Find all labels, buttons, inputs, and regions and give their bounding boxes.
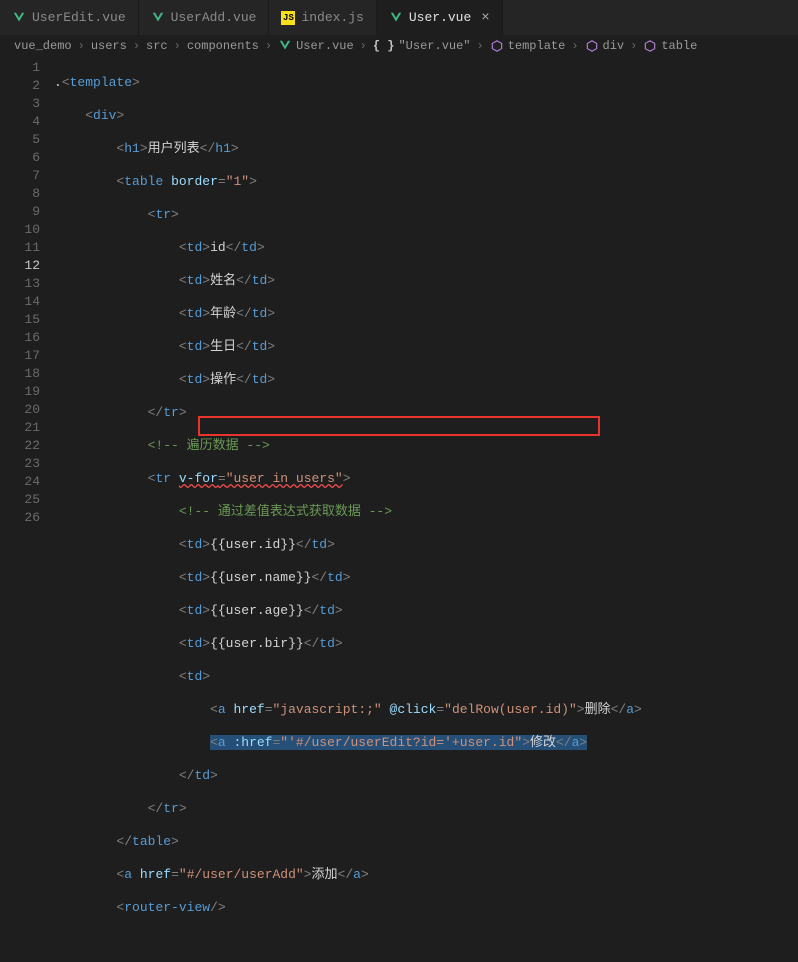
bc-components[interactable]: components bbox=[187, 39, 259, 53]
js-icon: JS bbox=[281, 11, 295, 25]
tab-label: User.vue bbox=[409, 10, 471, 25]
tab-user-vue[interactable]: User.vue × bbox=[377, 0, 503, 35]
text: {{user.bir}} bbox=[210, 636, 304, 651]
tab-bar: UserEdit.vue UserAdd.vue JS index.js Use… bbox=[0, 0, 798, 35]
text: 姓名 bbox=[210, 273, 236, 288]
cube-icon bbox=[643, 39, 657, 53]
text: 用户列表 bbox=[148, 141, 200, 156]
bc-div[interactable]: div bbox=[603, 39, 625, 53]
text: {{user.name}} bbox=[210, 570, 311, 585]
breadcrumb: vue_demo› users› src› components› User.v… bbox=[0, 35, 798, 57]
comment: <!-- 遍历数据 --> bbox=[148, 438, 270, 453]
text: 生日 bbox=[210, 339, 236, 354]
editor[interactable]: 1234567891011121314151617181920212223242… bbox=[0, 57, 798, 522]
comment: <!-- 通过差值表达式获取数据 --> bbox=[179, 504, 392, 519]
cube-icon bbox=[490, 39, 504, 53]
bc-src[interactable]: src bbox=[146, 39, 168, 53]
bc-vue-demo[interactable]: vue_demo bbox=[14, 39, 72, 53]
attr-value: "javascript:;" bbox=[273, 702, 382, 717]
tab-index-js[interactable]: JS index.js bbox=[269, 0, 376, 35]
tab-label: index.js bbox=[301, 10, 363, 25]
vue-icon bbox=[12, 11, 26, 25]
text: 操作 bbox=[210, 372, 236, 387]
attr-value: "1" bbox=[226, 174, 249, 189]
code-area[interactable]: .<template> <div> <h1>用户列表</h1> <table b… bbox=[54, 57, 798, 522]
bc-symbol[interactable]: "User.vue" bbox=[398, 39, 470, 53]
cube-icon bbox=[585, 39, 599, 53]
vue-icon bbox=[151, 11, 165, 25]
attr-value: "user in users" bbox=[226, 471, 343, 486]
text: id bbox=[210, 240, 226, 255]
attr: v-for bbox=[179, 471, 218, 486]
attr-value: "'#/user/userEdit?id='+user.id" bbox=[280, 735, 522, 750]
bc-file[interactable]: User.vue bbox=[296, 39, 354, 53]
attr-value: "#/user/userAdd" bbox=[179, 867, 304, 882]
attr: border bbox=[171, 174, 218, 189]
bc-template[interactable]: template bbox=[508, 39, 566, 53]
attr-value: "delRow(user.id)" bbox=[444, 702, 577, 717]
tab-useradd[interactable]: UserAdd.vue bbox=[139, 0, 270, 35]
text: {{user.id}} bbox=[210, 537, 296, 552]
tab-label: UserEdit.vue bbox=[32, 10, 126, 25]
braces-icon: { } bbox=[373, 39, 395, 53]
bc-table[interactable]: table bbox=[661, 39, 697, 53]
bc-users[interactable]: users bbox=[91, 39, 127, 53]
line-number-gutter: 1234567891011121314151617181920212223242… bbox=[0, 57, 54, 522]
text: {{user.age}} bbox=[210, 603, 304, 618]
vue-icon bbox=[389, 11, 403, 25]
text: 修改 bbox=[530, 735, 556, 750]
vue-icon bbox=[278, 39, 292, 53]
tab-label: UserAdd.vue bbox=[171, 10, 257, 25]
tab-useredit[interactable]: UserEdit.vue bbox=[0, 0, 139, 35]
text: 删除 bbox=[585, 702, 611, 717]
text: 添加 bbox=[312, 867, 338, 882]
text: 年龄 bbox=[210, 306, 236, 321]
close-icon[interactable]: × bbox=[481, 10, 489, 26]
